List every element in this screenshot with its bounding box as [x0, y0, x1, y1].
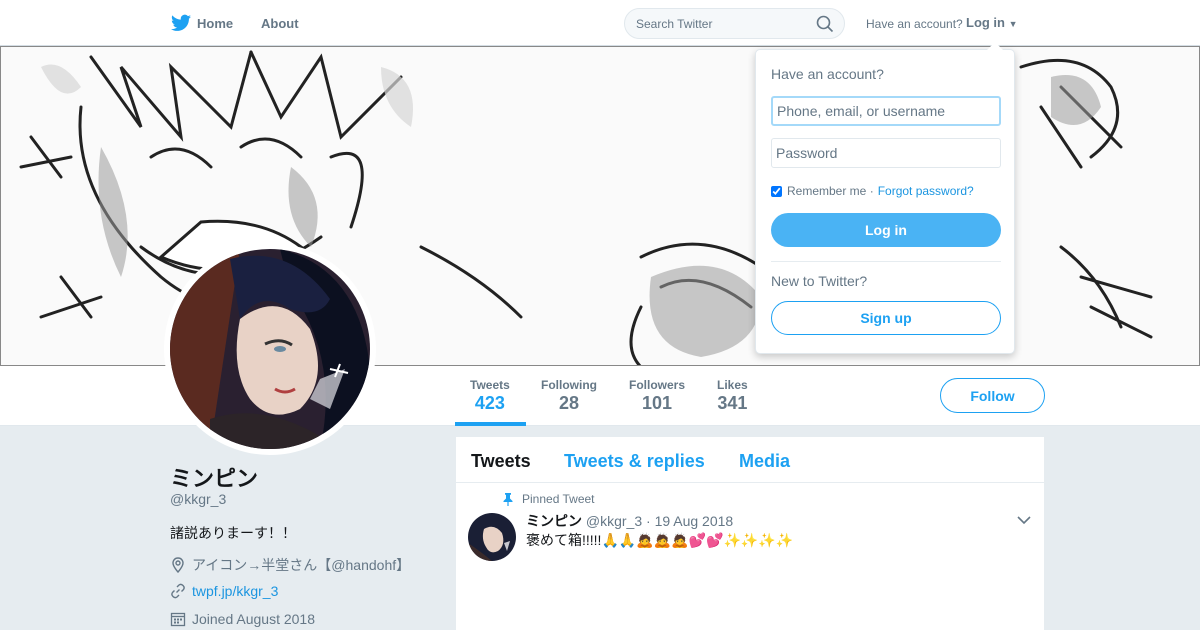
avatar-image — [170, 249, 370, 449]
signup-button[interactable]: Sign up — [771, 301, 1001, 335]
pin-icon — [503, 492, 513, 506]
profile-website-link[interactable]: twpf.jp/kkgr_3 — [192, 583, 278, 599]
stat-followers-value: 101 — [641, 393, 673, 413]
nav-home-link[interactable]: Home — [197, 16, 233, 31]
profile-avatar[interactable] — [164, 243, 376, 455]
profile-bio: 諸説ありまーす！！ — [170, 525, 296, 541]
remember-me-label[interactable]: Remember me · — [787, 184, 874, 198]
chevron-down-icon[interactable] — [1017, 515, 1031, 525]
tab-media[interactable]: Media — [739, 451, 790, 472]
stat-likes[interactable]: Likes 341 — [717, 378, 748, 414]
stat-following-label: Following — [541, 378, 597, 392]
profile-location-text: アイコン→半堂さん【@handohf】 — [192, 557, 411, 573]
timeline-tabs: Tweets Tweets & replies Media — [456, 437, 1044, 483]
twitter-bird-icon[interactable] — [171, 14, 191, 32]
stat-following[interactable]: Following 28 — [541, 378, 597, 414]
tweet-avatar[interactable] — [468, 513, 516, 561]
tab-tweets-replies[interactable]: Tweets & replies — [564, 451, 705, 472]
dropdown-divider — [771, 261, 1001, 262]
tweet-avatar-image — [468, 513, 516, 561]
pinned-indicator: Pinned Tweet — [503, 492, 595, 506]
tweet-author-handle[interactable]: @kkgr_3 — [586, 513, 642, 529]
search-box — [624, 8, 845, 39]
new-to-twitter-text: New to Twitter? — [771, 273, 868, 289]
remember-me-row: Remember me · Forgot password? — [771, 184, 974, 198]
stat-following-value: 28 — [558, 393, 580, 413]
stat-likes-label: Likes — [717, 378, 748, 392]
stat-likes-value: 341 — [717, 393, 748, 413]
dropdown-caret — [987, 42, 1003, 50]
profile-location: アイコン→半堂さん【@handohf】 — [170, 555, 410, 575]
profile-joined: Joined August 2018 — [170, 611, 315, 627]
profile-website: twpf.jp/kkgr_3 — [170, 583, 278, 599]
follow-button[interactable]: Follow — [940, 378, 1045, 413]
tweet-author-name[interactable]: ミンピン — [526, 513, 582, 529]
tweet-header: ミンピン @kkgr_3 · 19 Aug 2018 — [526, 511, 733, 531]
stat-tweets[interactable]: Tweets 423 — [470, 378, 510, 414]
login-toggle-label: Log in — [966, 15, 1005, 30]
stat-followers[interactable]: Followers 101 — [629, 378, 685, 414]
remember-me-checkbox[interactable] — [771, 185, 782, 197]
login-button[interactable]: Log in — [771, 213, 1001, 247]
stat-followers-label: Followers — [629, 378, 686, 392]
timeline: Tweets Tweets & replies Media Pinned Twe… — [456, 437, 1044, 630]
have-account-text: Have an account? — [866, 17, 963, 31]
stat-tweets-label: Tweets — [470, 378, 510, 392]
dropdown-title: Have an account? — [771, 66, 884, 82]
tab-tweets[interactable]: Tweets — [471, 451, 531, 472]
profile-joined-text: Joined August 2018 — [192, 611, 315, 627]
active-tab-underline — [455, 422, 526, 426]
calendar-icon — [170, 612, 186, 627]
stat-tweets-value: 423 — [474, 393, 505, 413]
top-nav: Home About Have an account? Log in ▼ — [0, 0, 1200, 46]
username-field[interactable] — [771, 96, 1001, 126]
profile-name[interactable]: ミンピン — [170, 461, 258, 493]
search-input[interactable] — [636, 15, 806, 33]
nav-about-link[interactable]: About — [261, 16, 299, 31]
profile-handle[interactable]: @kkgr_3 — [170, 491, 226, 507]
login-dropdown-toggle[interactable]: Log in ▼ — [966, 15, 1018, 30]
pinned-label: Pinned Tweet — [522, 492, 595, 506]
location-pin-icon — [172, 557, 184, 573]
password-field[interactable] — [771, 138, 1001, 168]
caret-down-icon: ▼ — [1008, 19, 1018, 29]
forgot-password-link[interactable]: Forgot password? — [878, 184, 974, 198]
search-icon[interactable] — [816, 15, 834, 33]
tweet-date[interactable]: · 19 Aug 2018 — [646, 513, 733, 529]
tweet-text: 褒めて箱!!!!!🙏🙏🙇🙇🙇💕💕✨✨✨✨ — [526, 532, 794, 548]
login-dropdown: Have an account? Remember me · Forgot pa… — [755, 49, 1015, 354]
link-icon — [171, 583, 185, 599]
